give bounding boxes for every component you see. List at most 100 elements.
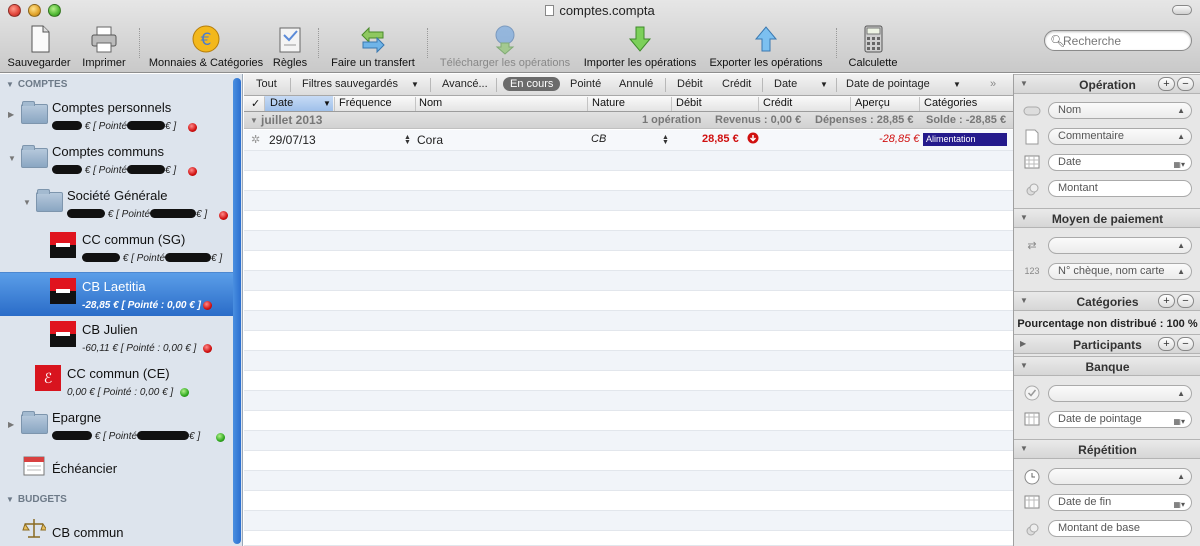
month-group-row[interactable]: ▼ juillet 2013 1 opération Revenus : 0,0… [244,112,1013,129]
account-cb-laetitia[interactable]: CB Laetitia -28,85 € [ Pointé : 0,00 € ] [0,272,234,316]
budgets-section-header[interactable]: ▼ BUDGETS [6,494,67,505]
budget-cb-commun[interactable]: CB commun [0,514,234,546]
filter-all[interactable]: Tout [256,78,277,90]
chevron-down-icon[interactable]: ▼ [820,80,828,89]
toolbar-separator [318,28,319,58]
section-payment[interactable]: ▼ Moyen de paiement [1014,208,1200,228]
print-button[interactable]: Imprimer [78,23,130,71]
rules-button[interactable]: Règles [270,23,310,71]
col-name[interactable]: Nom [419,97,442,109]
account-group-societe-generale[interactable]: ▼ Société Générale € [ Pointé € ] [0,184,234,228]
calendar-picker-icon[interactable]: ▦▾ [1173,497,1185,510]
col-nature[interactable]: Nature [592,97,625,109]
empty-row [244,411,1013,431]
account-cb-julien[interactable]: CB Julien -60,11 € [ Pointé : 0,00 € ] [0,316,234,360]
base-amount-field[interactable]: Montant de base [1048,520,1192,537]
table-row[interactable]: ✲ 29/07/13 ▲ ▼ Cora CB ▲ ▼ 28,85 € -28,85 … [244,130,1013,151]
account-cc-commun-sg[interactable]: CC commun (SG) € [ Pointé € ] [0,228,234,272]
comment-field[interactable]: Commentaire▲▼ [1048,128,1192,145]
add-icon[interactable]: + [1158,77,1175,91]
col-preview[interactable]: Aperçu [855,97,890,109]
accounts-sidebar: ▼ COMPTES ▶ Comptes personnels € [ Pointé… [0,74,243,546]
add-icon[interactable]: + [1158,337,1175,351]
col-check[interactable]: ✓ [251,97,260,110]
repetition-popup[interactable]: ▲▼ [1048,468,1192,485]
empty-row [244,271,1013,291]
col-credit[interactable]: Crédit [763,97,792,109]
pointing-date-field[interactable]: Date de pointage ▦▾ [1048,411,1192,428]
disclosure-open-icon[interactable]: ▼ [23,198,31,207]
toolbar-separator [427,28,428,58]
filter-pointed[interactable]: Pointé [570,78,601,90]
filter-credit[interactable]: Crédit [722,78,751,90]
nature-stepper[interactable]: ▲ ▼ [662,134,669,146]
section-bank[interactable]: ▼ Banque [1014,356,1200,376]
export-operations-button[interactable]: Exporter les opérations [706,23,826,71]
col-frequency[interactable]: Fréquence [339,97,392,109]
disclosure-open-icon[interactable]: ▼ [8,154,16,163]
rules-icon [274,23,306,55]
currencies-categories-button[interactable]: € Monnaies & Catégories [148,23,264,71]
disclosure-closed-icon[interactable]: ▶ [8,110,14,119]
filter-advanced[interactable]: Avancé... [442,78,488,90]
calculator-button[interactable]: Calculette [845,23,901,71]
search-input[interactable]: 🔍︎ Recherche [1044,30,1192,51]
filter-pointdate[interactable]: Date de pointage [846,78,930,90]
bank-status-popup[interactable]: ▲▼ [1048,385,1192,402]
amount-field[interactable]: Montant [1048,180,1192,197]
calendar-picker-icon[interactable]: ▦▾ [1173,157,1185,170]
chevron-down-icon[interactable]: ▼ [953,80,961,89]
category-badge: Alimentation [923,133,1007,146]
arrow-down-icon [624,23,656,55]
cheque-number-field[interactable]: N° chèque, nom carte▲▼ [1048,263,1192,280]
payment-method-popup[interactable]: ▲▼ [1048,237,1192,254]
folder-icon [21,101,48,124]
col-debit[interactable]: Débit [676,97,702,109]
group-count: 1 opération [642,114,702,126]
col-categories[interactable]: Catégories [924,97,977,109]
account-cc-commun-ce[interactable]: ℰ CC commun (CE) 0,00 € [ Pointé : 0,00 … [0,360,234,404]
end-date-field[interactable]: Date de fin ▦▾ [1048,494,1192,511]
filter-saved[interactable]: Filtres sauvegardés [302,78,398,90]
caisse-epargne-logo-icon: ℰ [35,365,61,391]
transfer-button[interactable]: Faire un transfert [327,23,419,71]
section-participants[interactable]: ▶ Participants + − [1014,334,1200,354]
remove-icon[interactable]: − [1177,77,1194,91]
account-group-communs[interactable]: ▼ Comptes communs € [ Pointé € ] [0,140,234,184]
section-repetition[interactable]: ▼ Répétition [1014,439,1200,459]
remove-icon[interactable]: − [1177,294,1194,308]
name-field[interactable]: Nom▲▼ [1048,102,1192,119]
remove-icon[interactable]: − [1177,337,1194,351]
filter-current[interactable]: En cours [503,77,561,91]
date-field[interactable]: Date ▦▾ [1048,154,1192,171]
calendar-picker-icon[interactable]: ▦▾ [1173,414,1185,427]
frequency-stepper[interactable]: ▲ ▼ [404,134,411,146]
chevron-down-icon[interactable]: ▼ [411,80,419,89]
account-group-epargne[interactable]: ▶ Epargne € [ Pointé € ] [0,404,234,448]
disclosure-open-icon[interactable]: ▼ [250,116,258,125]
calendar-icon [1023,155,1041,169]
sidebar-scrollbar[interactable] [233,78,241,544]
folder-icon [21,145,48,168]
save-button[interactable]: Sauvegarder [6,23,72,71]
status-green-icon [216,433,225,442]
filter-debit[interactable]: Débit [677,78,703,90]
window-title: comptes.compta [0,3,1200,18]
overflow-chevron-icon[interactable]: » [990,78,996,90]
filter-date[interactable]: Date [774,78,797,90]
section-categories[interactable]: ▼ Catégories + − [1014,291,1200,311]
disclosure-closed-icon[interactable]: ▶ [8,420,14,429]
echeancier-item[interactable]: Échéancier [0,450,234,486]
row-name: Cora [417,133,444,147]
comptes-section-header[interactable]: ▼ COMPTES [6,79,67,90]
save-document-icon [23,23,55,55]
account-group-personnels[interactable]: ▶ Comptes personnels € [ Pointé € ] [0,96,234,140]
societe-generale-logo-icon [50,232,76,258]
download-operations-button[interactable]: Télécharger les opérations [436,23,574,71]
add-icon[interactable]: + [1158,294,1175,308]
filter-cancelled[interactable]: Annulé [619,78,653,90]
import-operations-button[interactable]: Importer les opérations [580,23,700,71]
col-date[interactable]: Date [270,97,293,109]
societe-generale-logo-icon [50,321,76,347]
section-operation[interactable]: ▼ Opération + − [1014,74,1200,94]
